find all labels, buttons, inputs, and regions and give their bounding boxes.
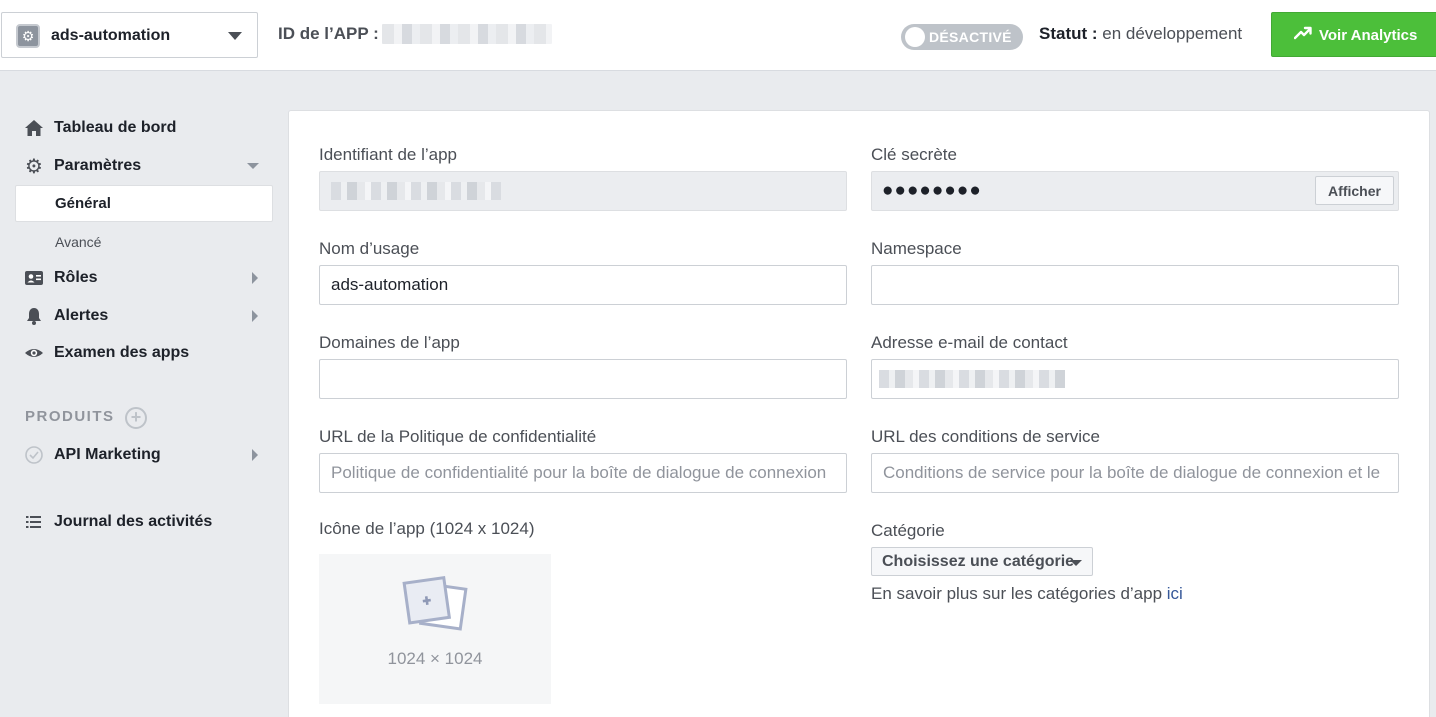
display-name-label: Nom d’usage <box>319 239 420 258</box>
view-analytics-button[interactable]: Voir Analytics <box>1271 12 1436 57</box>
tos-url-label: URL des conditions de service <box>871 427 1100 446</box>
app-gear-icon: ⚙ <box>16 24 40 48</box>
sidebar-item-activity-log[interactable]: Journal des activités <box>24 512 212 532</box>
sidebar-item-dashboard[interactable]: Tableau de bord <box>24 118 176 138</box>
trending-up-icon <box>1294 26 1312 40</box>
category-label: Catégorie <box>871 521 945 540</box>
view-analytics-label: Voir Analytics <box>1319 27 1418 44</box>
list-icon <box>26 516 41 528</box>
tos-url-input[interactable] <box>871 453 1399 493</box>
chevron-right-icon <box>252 272 258 284</box>
privacy-url-label: URL de la Politique de confidentialité <box>319 427 597 446</box>
sidebar: Tableau de bord ⚙ Paramètres Général Ava… <box>0 72 288 717</box>
namespace-input[interactable] <box>871 265 1399 305</box>
sidebar-item-settings[interactable]: ⚙ Paramètres <box>24 155 141 178</box>
icon-size-hint: 1024 × 1024 <box>387 649 483 668</box>
top-bar: ⚙ ads-automation ID de l’APP : DÉSACTIVÉ… <box>0 0 1436 71</box>
secret-key-label: Clé secrète <box>871 145 957 164</box>
sidebar-item-label: Examen des apps <box>54 344 190 361</box>
display-name-input[interactable] <box>319 265 847 305</box>
secret-key-masked: ●●●●●●●● <box>882 180 982 201</box>
sidebar-item-label: Tableau de bord <box>54 119 177 136</box>
sidebar-item-general[interactable]: Général <box>15 185 273 222</box>
app-icon-upload[interactable]: 1024 × 1024 <box>319 554 551 704</box>
category-select[interactable]: Choisissez une catégorie <box>871 547 1093 576</box>
sidebar-item-alerts[interactable]: Alertes <box>24 306 108 326</box>
caret-down-icon <box>1070 560 1082 566</box>
sidebar-item-advanced[interactable]: Avancé <box>55 234 101 250</box>
sidebar-item-label: Général <box>55 195 111 212</box>
chevron-right-icon <box>252 449 258 461</box>
status-value: en développement <box>1097 24 1243 43</box>
app-id-label: ID de l’APP : <box>278 24 379 43</box>
app-name: ads-automation <box>51 27 171 44</box>
sidebar-item-label: Rôles <box>54 269 98 286</box>
category-help-label: En savoir plus sur les catégories d’app <box>871 584 1167 603</box>
contact-email-label: Adresse e-mail de contact <box>871 333 1068 352</box>
check-circle-icon <box>25 446 43 464</box>
contact-card-icon <box>25 271 43 285</box>
bell-icon <box>27 308 41 325</box>
app-id-redacted <box>331 182 501 200</box>
app-id-value-redacted <box>382 24 552 44</box>
app-status: Statut : en développement <box>1039 24 1242 44</box>
sidebar-item-roles[interactable]: Rôles <box>24 268 98 288</box>
show-secret-button[interactable]: Afficher <box>1315 176 1394 205</box>
sidebar-item-app-review[interactable]: Examen des apps <box>24 343 189 363</box>
sidebar-item-label: API Marketing <box>54 446 161 463</box>
toggle-knob <box>905 27 925 47</box>
chevron-right-icon <box>252 310 258 322</box>
namespace-label: Namespace <box>871 239 962 258</box>
app-selector-dropdown[interactable]: ⚙ ads-automation <box>1 12 258 58</box>
chevron-down-icon <box>247 163 259 169</box>
app-id-field-label: Identifiant de l’app <box>319 145 457 164</box>
products-heading: PRODUITS <box>25 408 115 425</box>
live-mode-toggle[interactable]: DÉSACTIVÉ <box>901 24 1023 50</box>
contact-email-redacted <box>879 370 1065 388</box>
category-help-text: En savoir plus sur les catégories d’app … <box>871 584 1183 604</box>
add-photo-icon <box>402 576 468 631</box>
gear-icon: ⚙ <box>25 155 43 178</box>
app-domains-input[interactable] <box>319 359 847 399</box>
sidebar-item-label: Journal des activités <box>54 513 213 530</box>
category-help-link[interactable]: ici <box>1167 584 1183 603</box>
sidebar-item-label: Alertes <box>54 307 109 324</box>
privacy-url-input[interactable] <box>319 453 847 493</box>
sidebar-item-api-marketing[interactable]: API Marketing <box>24 445 161 465</box>
add-product-icon[interactable]: + <box>125 407 147 429</box>
status-label: Statut : <box>1039 24 1098 43</box>
eye-icon <box>25 349 43 357</box>
category-select-label: Choisissez une catégorie <box>882 553 1075 570</box>
home-icon <box>25 120 43 136</box>
app-icon-label: Icône de l’app (1024 x 1024) <box>319 519 535 538</box>
app-domains-label: Domaines de l’app <box>319 333 460 352</box>
chevron-down-icon <box>228 32 242 40</box>
sidebar-item-label: Paramètres <box>54 157 142 174</box>
toggle-label: DÉSACTIVÉ <box>929 29 1012 45</box>
